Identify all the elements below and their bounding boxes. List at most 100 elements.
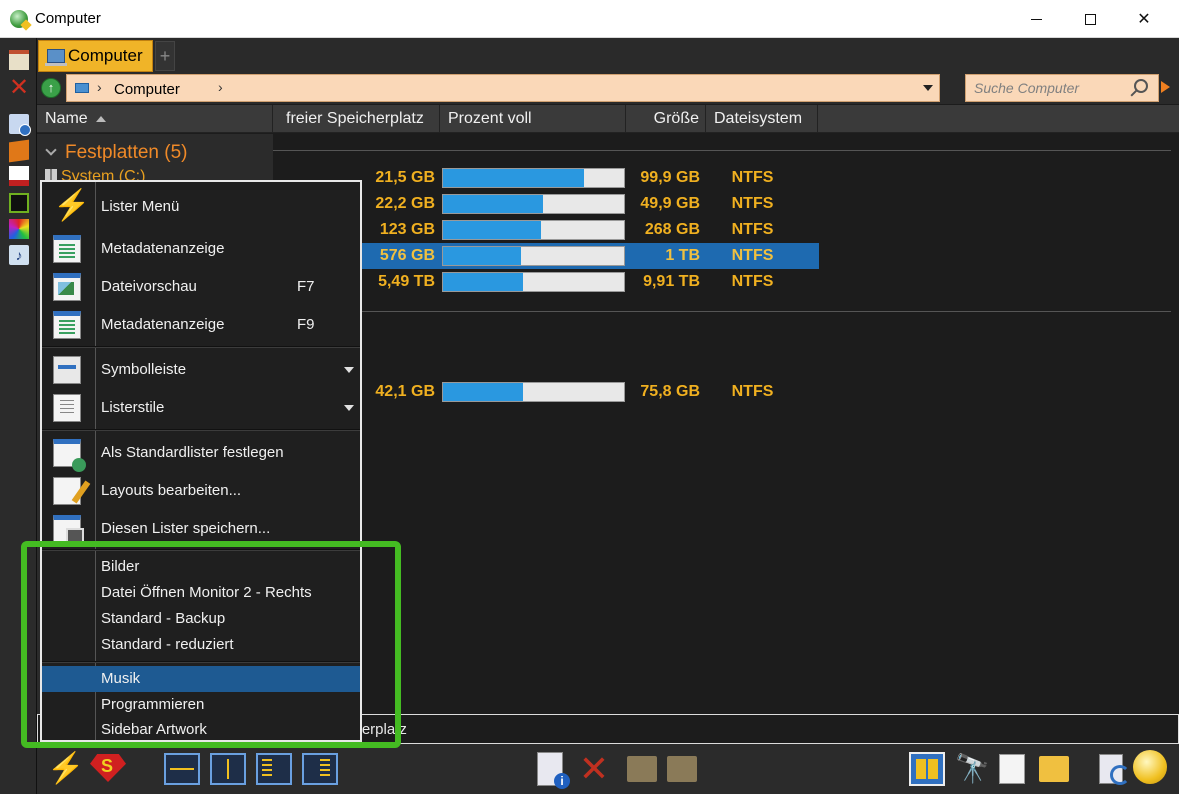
menu-item-label: Metadatenanzeige <box>101 316 225 333</box>
tab-computer[interactable]: Computer <box>38 40 153 72</box>
refresh-icon[interactable] <box>1099 754 1130 785</box>
layout-vertical-icon[interactable] <box>210 753 246 785</box>
tab-label: Computer <box>68 46 143 65</box>
close-button[interactable]: ✕ <box>1117 0 1171 38</box>
menu-item-style-sidebar-artwork[interactable]: Sidebar Artwork <box>42 718 360 742</box>
size-cell: 75,8 GB <box>640 383 700 400</box>
menu-item-lister-menu[interactable]: ⚡ Lister Menü <box>42 189 360 222</box>
lightning-icon[interactable]: ⚡ <box>47 752 84 786</box>
column-free-space[interactable]: freier Speicherplatz <box>274 105 440 133</box>
superman-icon[interactable] <box>90 754 126 782</box>
column-filesystem[interactable]: Dateisystem <box>706 105 818 133</box>
size-cell: 268 GB <box>644 221 700 238</box>
menu-separator <box>42 429 360 431</box>
menu-item-style-programmieren[interactable]: Programmieren <box>42 692 360 718</box>
menu-item-layout-bilder[interactable]: Bilder <box>42 554 360 580</box>
search-go-icon[interactable] <box>1161 81 1170 93</box>
chevron-down-icon[interactable] <box>923 85 933 91</box>
terminal-icon[interactable] <box>9 193 29 213</box>
thumbnail-view-icon[interactable] <box>909 752 945 786</box>
usage-bar-fill <box>443 247 521 265</box>
menu-item-save-lister[interactable]: Diesen Lister speichern... <box>42 514 360 546</box>
chevron-right-icon[interactable]: › <box>97 79 102 95</box>
column-header: Name freier Speicherplatz Prozent voll G… <box>37 105 1179 133</box>
filesystem-cell: NTFS <box>731 169 774 186</box>
tools-icon[interactable] <box>9 166 29 186</box>
menu-item-layout-monitor2[interactable]: Datei Öffnen Monitor 2 - Rechts <box>42 580 360 606</box>
recent-icon[interactable] <box>9 114 31 136</box>
submenu-arrow-icon <box>344 405 354 411</box>
group-divider <box>273 311 1171 312</box>
menu-item-style-musik[interactable]: Musik <box>42 666 360 692</box>
computer-icon <box>75 83 89 93</box>
app-logo-icon <box>10 10 28 28</box>
parent-folder-button[interactable]: ↑ <box>41 78 61 98</box>
group-header[interactable]: Festplatten (5) <box>45 142 188 164</box>
close-lister-icon[interactable]: ✕ <box>9 76 29 100</box>
lightning-icon: ⚡ <box>53 189 91 222</box>
favorites-icon[interactable] <box>9 139 29 163</box>
layout-tree-right-icon[interactable] <box>302 753 338 785</box>
opus-logo-icon[interactable] <box>1133 750 1167 784</box>
lister-menu: ⚡ Lister Menü Metadatenanzeige Dateivors… <box>40 180 362 742</box>
menu-item-label: Als Standardlister festlegen <box>101 444 284 461</box>
menu-item-lister-styles[interactable]: Listerstile <box>42 393 360 423</box>
layout-tree-left-icon[interactable] <box>256 753 292 785</box>
edit-layouts-icon <box>53 477 81 505</box>
telescope-icon[interactable]: 🔭 <box>955 752 990 786</box>
metadata-icon <box>53 235 81 263</box>
minimize-button[interactable] <box>1009 0 1063 38</box>
toolbar-icon <box>53 356 81 384</box>
lister-styles-icon <box>53 394 81 422</box>
menu-item-edit-layouts[interactable]: Layouts bearbeiten... <box>42 476 360 506</box>
size-cell: 49,9 GB <box>640 195 700 212</box>
column-percent-full[interactable]: Prozent voll <box>440 105 626 133</box>
usage-bar <box>442 382 625 402</box>
save-lister-icon <box>53 515 84 546</box>
app-window: Computer ✕ ✕ ♪ Computer + ↑ › Computer › <box>0 0 1179 794</box>
close-icon: ✕ <box>1137 11 1151 28</box>
menu-item-label: Datei Öffnen Monitor 2 - Rechts <box>101 584 312 601</box>
properties-icon[interactable] <box>537 752 570 789</box>
music-icon[interactable]: ♪ <box>9 245 29 265</box>
usage-bar <box>442 246 625 266</box>
menu-item-shortcut: F9 <box>297 316 315 333</box>
menu-item-layout-reduced[interactable]: Standard - reduziert <box>42 632 360 658</box>
column-name-label: Name <box>45 110 88 127</box>
menu-item-metadata-f9[interactable]: Metadatenanzeige F9 <box>42 310 360 340</box>
breadcrumb-item-computer[interactable]: Computer <box>114 81 180 98</box>
size-cell: 99,9 GB <box>640 169 700 186</box>
folder-move-icon[interactable] <box>667 756 697 782</box>
chevron-right-icon[interactable]: › <box>218 79 223 95</box>
menu-item-label: Dateivorschau <box>101 278 197 295</box>
bottom-toolbar: ⚡ ✕ 🔭 <box>37 744 1179 794</box>
notepad-icon[interactable] <box>9 50 29 70</box>
minimize-icon <box>1030 18 1042 20</box>
folder-swap-icon[interactable] <box>627 756 657 782</box>
maximize-button[interactable] <box>1063 0 1117 38</box>
search-icon[interactable] <box>1134 79 1148 93</box>
menu-item-label: Layouts bearbeiten... <box>101 482 242 499</box>
filesystem-cell: NTFS <box>731 195 774 212</box>
menu-item-label: Standard - reduziert <box>101 636 234 653</box>
menu-item-toolbar[interactable]: Symbolleiste <box>42 355 360 385</box>
breadcrumb[interactable]: › Computer › <box>66 74 940 102</box>
menu-separator <box>42 661 360 663</box>
delete-icon[interactable]: ✕ <box>577 751 611 787</box>
usage-bar <box>442 272 625 292</box>
menu-item-file-preview[interactable]: Dateivorschau F7 <box>42 272 360 302</box>
folder-icon[interactable] <box>1039 756 1069 782</box>
usage-bar <box>442 194 625 214</box>
layout-horizontal-icon[interactable] <box>164 753 200 785</box>
menu-item-metadata[interactable]: Metadatenanzeige <box>42 234 360 264</box>
menu-item-set-default[interactable]: Als Standardlister festlegen <box>42 438 360 472</box>
new-tab-button[interactable]: + <box>155 41 175 71</box>
color-icon[interactable] <box>9 219 29 239</box>
menu-item-layout-backup[interactable]: Standard - Backup <box>42 606 360 632</box>
left-toolbar: ✕ ♪ <box>0 38 37 794</box>
edit-icon[interactable] <box>999 754 1025 784</box>
window-title: Computer <box>35 10 101 27</box>
column-size[interactable]: Größe <box>626 105 706 133</box>
column-name[interactable]: Name <box>37 105 273 133</box>
search-input[interactable] <box>966 75 1126 101</box>
